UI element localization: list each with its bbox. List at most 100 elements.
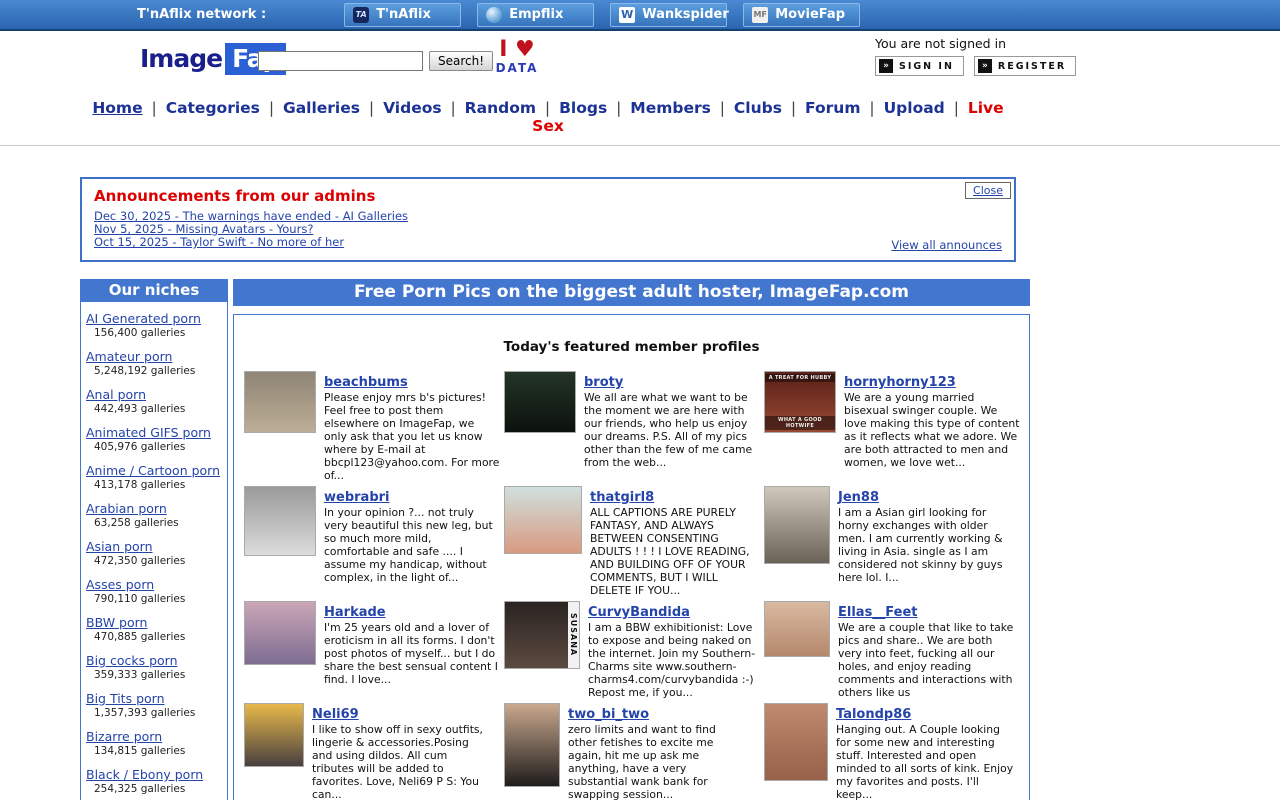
empflix-icon bbox=[486, 7, 502, 23]
network-site-buttons: TA T'nAflix Empflix WWankspider MFMovieFap bbox=[344, 3, 860, 27]
profile-text: thatgirl8ALL CAPTIONS ARE PURELY FANTASY… bbox=[590, 486, 760, 597]
niche-gallery-count: 5,248,192 galleries bbox=[94, 365, 225, 378]
moviefap-icon: MF bbox=[752, 7, 768, 23]
niche-item: Arabian porn63,258 galleries bbox=[86, 498, 225, 530]
profile-username-link[interactable]: broty bbox=[584, 375, 623, 390]
niche-item: Big cocks porn359,333 galleries bbox=[86, 650, 225, 682]
niche-item: Amateur porn5,248,192 galleries bbox=[86, 346, 225, 378]
profile-card: beachbumsPlease enjoy mrs b's pictures! … bbox=[244, 369, 504, 484]
niche-item: Black / Ebony porn254,325 galleries bbox=[86, 764, 225, 796]
niche-link[interactable]: Big Tits porn bbox=[86, 691, 165, 706]
niche-link[interactable]: Big cocks porn bbox=[86, 653, 178, 668]
niche-item: AI Generated porn156,400 galleries bbox=[86, 308, 225, 340]
signin-status: You are not signed in bbox=[875, 36, 1076, 51]
nav-separator: | bbox=[711, 99, 734, 117]
profile-thumbnail[interactable] bbox=[764, 486, 830, 564]
profile-card: two_bi_twozero limits and want to find o… bbox=[504, 701, 764, 800]
niche-item: Bizarre porn134,815 galleries bbox=[86, 726, 225, 758]
niche-link[interactable]: BBW porn bbox=[86, 615, 147, 630]
profile-username-link[interactable]: thatgirl8 bbox=[590, 490, 654, 505]
profile-thumbnail[interactable] bbox=[504, 703, 560, 787]
nav-item-forum[interactable]: Forum bbox=[805, 99, 860, 117]
profile-thumbnail[interactable]: SUSANA bbox=[504, 601, 580, 669]
network-site-button-tnaflix[interactable]: TA T'nAflix bbox=[344, 3, 461, 27]
profile-thumbnail[interactable] bbox=[244, 486, 316, 556]
profile-card: Neli69I like to show off in sexy outfits… bbox=[244, 701, 504, 800]
niche-link[interactable]: Asses porn bbox=[86, 577, 154, 592]
profile-card: A TREAT FOR HUBBYWHAT A GOOD HOTWIFE horn… bbox=[764, 369, 1024, 484]
sign-in-button[interactable]: » SIGN IN bbox=[875, 56, 964, 76]
profile-username-link[interactable]: Harkade bbox=[324, 605, 386, 620]
profile-description: In your opinion ?... not truly very beau… bbox=[324, 506, 500, 584]
profile-card: SUSANACurvyBandidaI am a BBW exhibitioni… bbox=[504, 599, 764, 701]
niche-link[interactable]: Anime / Cartoon porn bbox=[86, 463, 220, 478]
niche-link[interactable]: Bizarre porn bbox=[86, 729, 162, 744]
nav-item-home[interactable]: Home bbox=[92, 99, 142, 117]
thumbnail-side-text: SUSANA bbox=[568, 602, 579, 668]
nav-item-random[interactable]: Random bbox=[465, 99, 536, 117]
profile-thumbnail[interactable] bbox=[244, 601, 316, 665]
niche-link[interactable]: Asian porn bbox=[86, 539, 153, 554]
logo-text-image: Image bbox=[140, 44, 222, 73]
announcement-link[interactable]: Oct 15, 2025 - Taylor Swift - No more of… bbox=[94, 236, 1002, 249]
niche-link[interactable]: Black / Ebony porn bbox=[86, 767, 203, 782]
niche-item: Asses porn790,110 galleries bbox=[86, 574, 225, 606]
network-bar: T'nAflix network : TAT'nAflixEmpflixWWan… bbox=[0, 0, 1280, 31]
profile-thumbnail[interactable] bbox=[504, 371, 576, 433]
niche-link[interactable]: Amateur porn bbox=[86, 349, 172, 364]
profile-username-link[interactable]: beachbums bbox=[324, 375, 408, 390]
close-link[interactable]: Close bbox=[973, 184, 1003, 197]
profile-username-link[interactable]: Ellas__Feet bbox=[838, 605, 918, 620]
profile-username-link[interactable]: Talondp86 bbox=[836, 707, 911, 722]
main-content: Free Porn Pics on the biggest adult host… bbox=[233, 279, 1030, 800]
nav-item-categories[interactable]: Categories bbox=[166, 99, 260, 117]
profile-thumbnail[interactable]: A TREAT FOR HUBBYWHAT A GOOD HOTWIFE bbox=[764, 371, 836, 433]
network-site-button-moviefap[interactable]: MFMovieFap bbox=[743, 3, 860, 27]
register-label: REGISTER bbox=[998, 61, 1066, 72]
nav-item-blogs[interactable]: Blogs bbox=[559, 99, 607, 117]
arrow-icon: » bbox=[978, 59, 992, 73]
register-button[interactable]: » REGISTER bbox=[974, 56, 1076, 76]
announcements-list: Dec 30, 2025 - The warnings have ended -… bbox=[94, 210, 1002, 249]
nav-item-clubs[interactable]: Clubs bbox=[734, 99, 782, 117]
profile-thumbnail[interactable] bbox=[244, 371, 316, 433]
niche-link[interactable]: Animated GIFS porn bbox=[86, 425, 211, 440]
niche-link[interactable]: AI Generated porn bbox=[86, 311, 201, 326]
profile-thumbnail[interactable] bbox=[764, 703, 828, 781]
profile-description: Hanging out. A Couple looking for some n… bbox=[836, 723, 1014, 800]
profile-card: thatgirl8ALL CAPTIONS ARE PURELY FANTASY… bbox=[504, 484, 764, 599]
nav-separator: | bbox=[607, 99, 630, 117]
profile-text: Jen88I am a Asian girl looking for horny… bbox=[838, 486, 1016, 597]
network-site-button-wankspider[interactable]: WWankspider bbox=[610, 3, 727, 27]
view-all-announces-link[interactable]: View all announces bbox=[891, 238, 1002, 252]
nav-item-members[interactable]: Members bbox=[630, 99, 711, 117]
profile-username-link[interactable]: two_bi_two bbox=[568, 707, 649, 722]
tnaflix-icon: TA bbox=[353, 7, 369, 23]
profile-username-link[interactable]: Neli69 bbox=[312, 707, 359, 722]
i-love-data-logo[interactable]: I ♥ DATA bbox=[494, 39, 540, 74]
search-button[interactable]: Search! bbox=[429, 51, 493, 71]
niche-item: Big Tits porn1,357,393 galleries bbox=[86, 688, 225, 720]
network-site-button-empflix[interactable]: Empflix bbox=[477, 3, 594, 27]
nav-item-upload[interactable]: Upload bbox=[884, 99, 945, 117]
profile-username-link[interactable]: CurvyBandida bbox=[588, 605, 690, 620]
profile-thumbnail[interactable] bbox=[764, 601, 830, 657]
sign-in-label: SIGN IN bbox=[899, 61, 954, 72]
nav-item-videos[interactable]: Videos bbox=[383, 99, 442, 117]
nav-separator: | bbox=[861, 99, 884, 117]
arrow-icon: » bbox=[879, 59, 893, 73]
niche-link[interactable]: Anal porn bbox=[86, 387, 146, 402]
nav-separator: | bbox=[360, 99, 383, 117]
profile-username-link[interactable]: hornyhorny123 bbox=[844, 375, 956, 390]
profile-thumbnail[interactable] bbox=[504, 486, 582, 554]
profile-card: brotyWe all are what we want to be the m… bbox=[504, 369, 764, 484]
niche-gallery-count: 134,815 galleries bbox=[94, 745, 225, 758]
profile-username-link[interactable]: Jen88 bbox=[838, 490, 879, 505]
nav-item-galleries[interactable]: Galleries bbox=[283, 99, 360, 117]
profile-thumbnail[interactable] bbox=[244, 703, 304, 767]
niche-item: Anal porn442,493 galleries bbox=[86, 384, 225, 416]
profile-username-link[interactable]: webrabri bbox=[324, 490, 390, 505]
search-input[interactable] bbox=[258, 51, 423, 71]
network-site-label: T'nAflix bbox=[376, 7, 431, 22]
niche-link[interactable]: Arabian porn bbox=[86, 501, 167, 516]
